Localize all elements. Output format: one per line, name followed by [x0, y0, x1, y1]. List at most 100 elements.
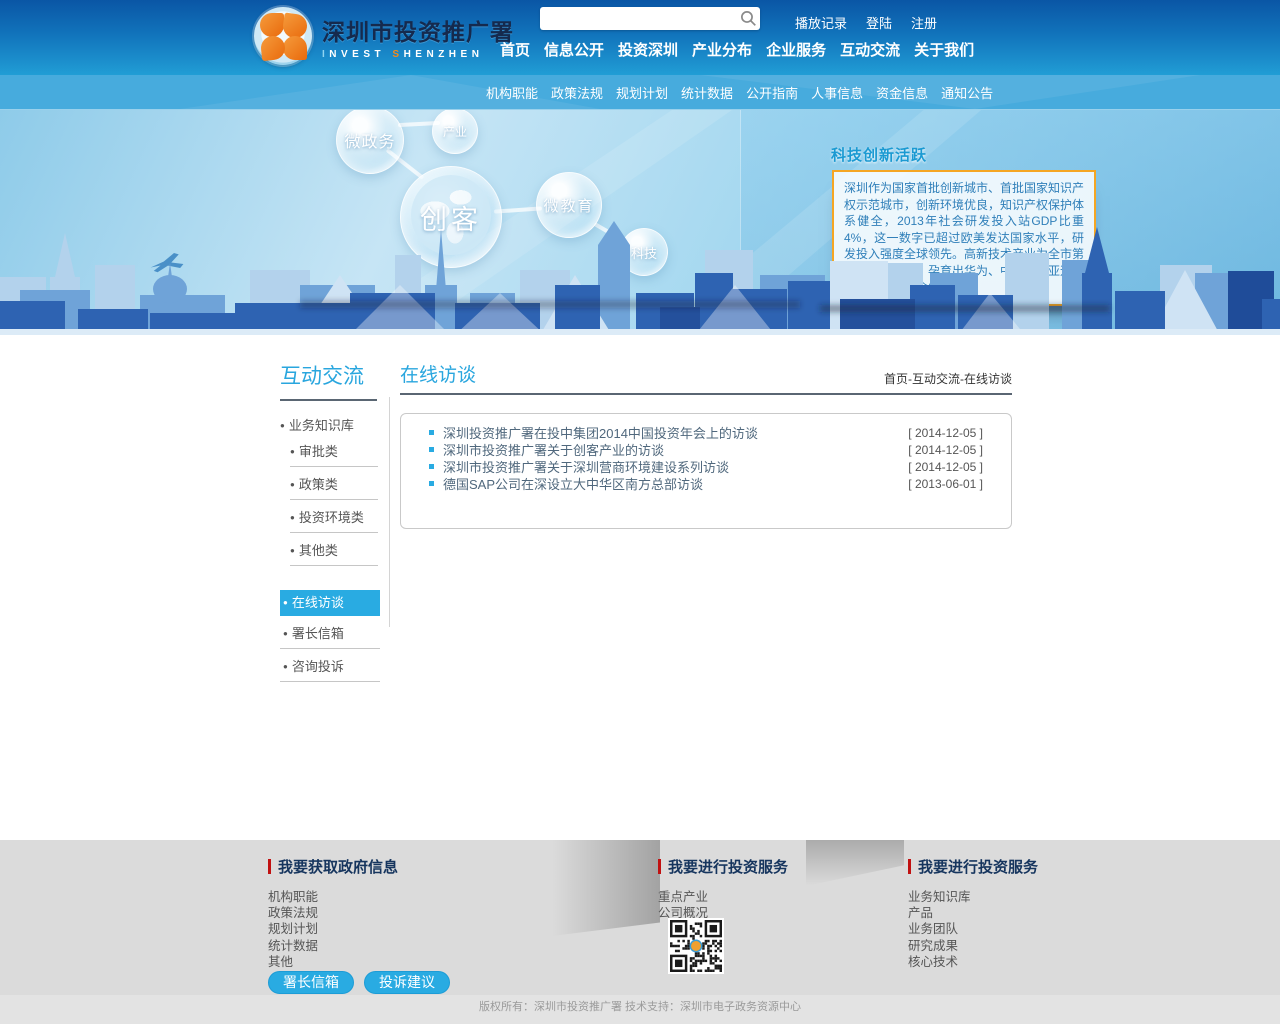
- site-title: 深圳市投资推广署: [322, 13, 514, 47]
- footer-link-key-industries[interactable]: 重点产业: [658, 889, 788, 905]
- brand-block: 深圳市投资推广署 INVEST SHENZHEN: [322, 13, 514, 60]
- search-input[interactable]: [540, 9, 736, 28]
- subnav-item-notices[interactable]: 通知公告: [941, 83, 993, 102]
- footer-col-header-label: 我要进行投资服务: [918, 856, 1038, 877]
- banner-info-title: 科技创新活跃: [831, 144, 927, 165]
- footer-link-policies[interactable]: 政策法规: [268, 905, 398, 921]
- bubble-industry[interactable]: 产业: [432, 110, 478, 154]
- bullet-icon: [429, 464, 434, 469]
- copyright-bar: 版权所有：深圳市投资推广署 技术支持：深圳市电子政务资源中心: [0, 995, 1280, 1024]
- logo-emblem-icon: [254, 7, 312, 65]
- bullet-icon: [429, 481, 434, 486]
- top-links: 播放记录 登陆 注册: [795, 13, 937, 32]
- red-bar-icon: [658, 859, 661, 874]
- footer-link-other[interactable]: 其他: [268, 954, 398, 970]
- interview-list-item[interactable]: 深圳投资推广署在投中集团2014中国投资年会上的访谈 [ 2014-12-05 …: [401, 424, 1011, 441]
- item-title[interactable]: 德国SAP公司在深设立大中华区南方总部访谈: [443, 474, 908, 493]
- nav-item-about-us[interactable]: 关于我们: [914, 39, 974, 60]
- interview-list-item[interactable]: 德国SAP公司在深设立大中华区南方总部访谈 [ 2013-06-01 ]: [401, 475, 1011, 492]
- breadcrumb[interactable]: 首页-互动交流-在线访谈: [884, 370, 1012, 387]
- item-date: [ 2013-06-01 ]: [908, 477, 983, 491]
- nav-item-enterprise-services[interactable]: 企业服务: [766, 39, 826, 60]
- subnav-item-policies-regulations[interactable]: 政策法规: [551, 83, 603, 102]
- nav-item-invest-shenzhen[interactable]: 投资深圳: [618, 39, 678, 60]
- bullet-icon: [429, 430, 434, 435]
- content-header: 在线访谈 首页-互动交流-在线访谈: [400, 360, 1012, 395]
- item-date: [ 2014-12-05 ]: [908, 426, 983, 440]
- nav-item-industry-distribution[interactable]: 产业分布: [692, 39, 752, 60]
- top-link-play-history[interactable]: 播放记录: [795, 13, 847, 32]
- sidebar-title: 互动交流: [280, 360, 377, 401]
- site-logo[interactable]: 深圳市投资推广署 INVEST SHENZHEN: [254, 7, 514, 65]
- footer-col-header-label: 我要进行投资服务: [668, 856, 788, 877]
- red-bar-icon: [908, 859, 911, 874]
- footer-links: 业务知识库 产品 业务团队 研究成果 核心技术: [908, 889, 1038, 970]
- hero-banner: 微政务 产业 创客 微教育 科技 科技创新活跃 深圳作为国家首批创新城市、首批国…: [0, 110, 1280, 335]
- footer-col-header: 我要获取政府信息: [268, 856, 398, 877]
- footer-link-products[interactable]: 产品: [908, 905, 1038, 921]
- sidebar-content-divider: [389, 397, 390, 627]
- sidebar-item-consult-complaint[interactable]: 咨询投诉: [280, 649, 380, 682]
- footer-link-org-functions[interactable]: 机构职能: [268, 889, 398, 905]
- search-box: [540, 7, 760, 30]
- sidebar-item-online-interview[interactable]: 在线访谈: [280, 590, 380, 616]
- logo-petal: [260, 35, 286, 61]
- page: 深圳市投资推广署 INVEST SHENZHEN 播放记录 登陆 注册 首页 信…: [0, 0, 1280, 1024]
- main-nav: 首页 信息公开 投资深圳 产业分布 企业服务 互动交流 关于我们: [500, 39, 974, 60]
- nav-item-interaction[interactable]: 互动交流: [840, 39, 900, 60]
- sidebar-item-approval[interactable]: 审批类: [290, 434, 378, 467]
- top-link-register[interactable]: 注册: [911, 13, 937, 32]
- nav-item-info-disclosure[interactable]: 信息公开: [544, 39, 604, 60]
- content-panel: 在线访谈 首页-互动交流-在线访谈 深圳投资推广署在投中集团2014中国投资年会…: [400, 360, 1012, 529]
- footer-buttons: 署长信箱 投诉建议: [268, 971, 450, 994]
- top-link-login[interactable]: 登陆: [866, 13, 892, 32]
- search-icon[interactable]: [736, 7, 760, 30]
- interview-list: 深圳投资推广署在投中集团2014中国投资年会上的访谈 [ 2014-12-05 …: [400, 413, 1012, 529]
- subnav-item-org-functions[interactable]: 机构职能: [486, 83, 538, 102]
- footer-col-header: 我要进行投资服务: [908, 856, 1038, 877]
- subnav-item-hr-info[interactable]: 人事信息: [811, 83, 863, 102]
- sidebar-item-investment-env[interactable]: 投资环境类: [290, 500, 378, 533]
- page-title: 在线访谈: [400, 360, 476, 387]
- subnav-items: 机构职能 政策法规 规划计划 统计数据 公开指南 人事信息 资金信息 通知公告: [486, 75, 993, 109]
- footer-link-business-team[interactable]: 业务团队: [908, 921, 1038, 937]
- nav-item-home[interactable]: 首页: [500, 39, 530, 60]
- footer-col-header-label: 我要获取政府信息: [278, 856, 398, 877]
- footer-col-gov-info: 我要获取政府信息 机构职能 政策法规 规划计划 统计数据 其他: [268, 856, 398, 970]
- city-skyline-illustration: [0, 215, 1280, 335]
- sidebar-item-knowledge-base[interactable]: 业务知识库: [280, 415, 380, 434]
- footer-col-invest-services-2: 我要进行投资服务 业务知识库 产品 业务团队 研究成果 核心技术: [908, 856, 1038, 970]
- complaint-suggestion-button[interactable]: 投诉建议: [364, 971, 450, 994]
- sidebar-gap: [280, 566, 380, 590]
- item-date: [ 2014-12-05 ]: [908, 460, 983, 474]
- footer-link-knowledge-base[interactable]: 业务知识库: [908, 889, 1038, 905]
- logo-petal: [260, 13, 284, 37]
- logo-petal: [283, 36, 307, 60]
- subnav-item-funding-info[interactable]: 资金信息: [876, 83, 928, 102]
- footer: 我要获取政府信息 机构职能 政策法规 规划计划 统计数据 其他 我要进行投资服务…: [0, 840, 1280, 995]
- bubble-micro-gov[interactable]: 微政务: [336, 110, 404, 174]
- main-content: 互动交流 业务知识库 审批类 政策类 投资环境类 其他类 在线访谈 署长信箱 咨…: [0, 335, 1280, 840]
- sidebar-item-policy[interactable]: 政策类: [290, 467, 378, 500]
- subnav-item-planning[interactable]: 规划计划: [616, 83, 668, 102]
- footer-col-header: 我要进行投资服务: [658, 856, 788, 877]
- footer-fold-shadow: [552, 840, 660, 936]
- interview-list-item[interactable]: 深圳市投资推广署关于深圳营商环境建设系列访谈 [ 2014-12-05 ]: [401, 458, 1011, 475]
- sidebar-item-director-mailbox[interactable]: 署长信箱: [280, 616, 380, 649]
- subnav-item-disclosure-guide[interactable]: 公开指南: [746, 83, 798, 102]
- director-mailbox-button[interactable]: 署长信箱: [268, 971, 354, 994]
- sidebar: 互动交流 业务知识库 审批类 政策类 投资环境类 其他类 在线访谈 署长信箱 咨…: [280, 360, 380, 682]
- footer-link-core-technology[interactable]: 核心技术: [908, 954, 1038, 970]
- footer-link-statistics[interactable]: 统计数据: [268, 938, 398, 954]
- sub-nav: 机构职能 政策法规 规划计划 统计数据 公开指南 人事信息 资金信息 通知公告: [0, 75, 1280, 110]
- wechat-qr-code: [668, 918, 724, 974]
- interview-list-item[interactable]: 深圳市投资推广署关于创客产业的访谈 [ 2014-12-05 ]: [401, 441, 1011, 458]
- sidebar-item-other[interactable]: 其他类: [290, 533, 378, 566]
- site-header: 深圳市投资推广署 INVEST SHENZHEN 播放记录 登陆 注册 首页 信…: [0, 0, 1280, 75]
- footer-links: 机构职能 政策法规 规划计划 统计数据 其他: [268, 889, 398, 970]
- bullet-icon: [429, 447, 434, 452]
- footer-link-planning[interactable]: 规划计划: [268, 921, 398, 937]
- footer-fold-shadow: [806, 840, 904, 886]
- footer-link-research-results[interactable]: 研究成果: [908, 938, 1038, 954]
- subnav-item-statistics[interactable]: 统计数据: [681, 83, 733, 102]
